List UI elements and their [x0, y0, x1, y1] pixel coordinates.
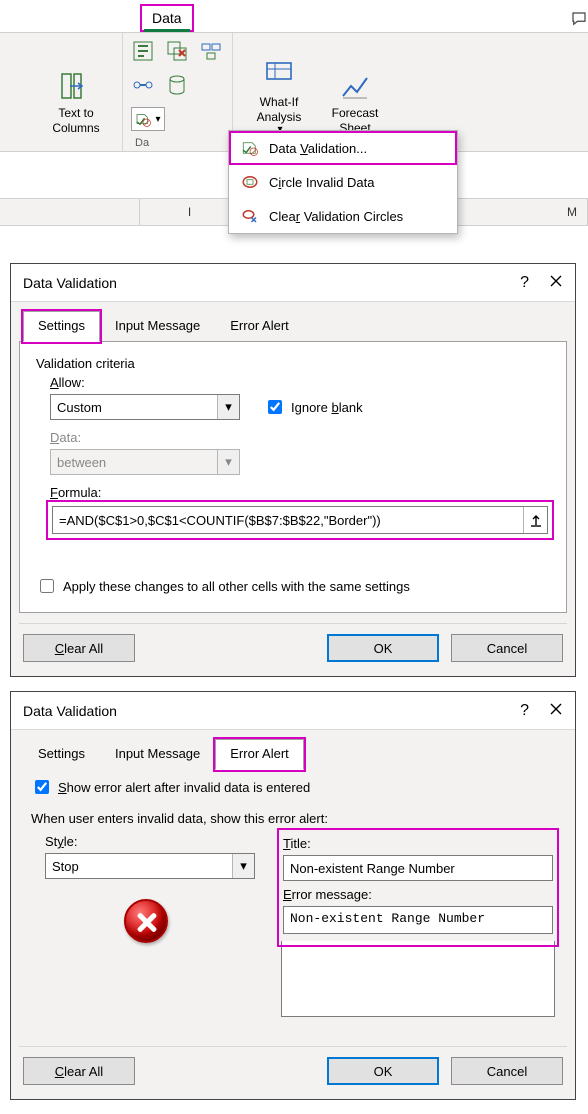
style-combo[interactable]: Stop ▾ — [45, 853, 255, 879]
ribbon-group-text-to-columns: Text to Columns — [30, 33, 123, 151]
forecast-icon — [339, 70, 371, 102]
ribbon-tab-label: Data — [152, 10, 182, 26]
when-invalid-text: When user enters invalid data, show this… — [31, 811, 555, 826]
cancel-button[interactable]: Cancel — [451, 1057, 563, 1085]
ignore-blank-label: Ignore blank — [291, 400, 363, 415]
row-header-blank — [0, 198, 140, 226]
tab-error-alert[interactable]: Error Alert — [215, 311, 304, 342]
clear-all-button[interactable]: Clear All — [23, 1057, 135, 1085]
error-message-label: Error message: — [283, 887, 553, 902]
whatif-label: What-If Analysis — [257, 95, 302, 124]
chevron-down-icon: ▾ — [217, 395, 239, 419]
tab-input-message[interactable]: Input Message — [100, 739, 215, 770]
menu-item-clear-circles[interactable]: Clear Validation Circles — [229, 199, 457, 233]
ribbon-area: Data Text to Columns — [0, 0, 588, 255]
allow-value: Custom — [57, 400, 102, 415]
comments-icon[interactable] — [570, 10, 588, 28]
style-value: Stop — [52, 859, 79, 874]
menu-item-label: Circle Invalid Data — [269, 175, 375, 190]
text-to-columns-icon — [60, 70, 92, 102]
dialog-footer: Clear All OK Cancel — [11, 1047, 575, 1099]
data-validation-split-button[interactable]: ▾ — [131, 107, 165, 131]
help-button[interactable]: ? — [520, 702, 529, 720]
remove-duplicates-icon[interactable] — [165, 39, 189, 63]
stop-error-icon — [124, 899, 168, 943]
dialog-titlebar: Data Validation ? — [11, 692, 575, 730]
tab-settings[interactable]: Settings — [23, 311, 100, 342]
tab-error-alert[interactable]: Error Alert — [215, 739, 304, 770]
dialog-titlebar: Data Validation ? — [11, 264, 575, 302]
apply-to-others-checkbox[interactable]: Apply these changes to all other cells w… — [36, 576, 550, 596]
data-combo: between ▾ — [50, 449, 240, 475]
close-button[interactable] — [549, 702, 563, 719]
data-value: between — [57, 455, 106, 470]
settings-panel: Validation criteria Allow: Custom ▾ Igno… — [19, 341, 567, 613]
flash-fill-icon[interactable] — [131, 39, 155, 63]
menu-item-data-validation[interactable]: Data Validation... — [229, 131, 457, 165]
ribbon-tab-data[interactable]: Data — [140, 4, 194, 32]
formula-field-wrap — [52, 506, 548, 534]
circle-invalid-icon — [241, 173, 259, 191]
column-header-i[interactable]: I — [140, 198, 240, 226]
clear-all-button[interactable]: Clear All — [23, 634, 135, 662]
help-button[interactable]: ? — [520, 274, 529, 292]
error-message-textarea-rest[interactable] — [281, 941, 555, 1017]
cancel-button[interactable]: Cancel — [451, 634, 563, 662]
close-button[interactable] — [549, 274, 563, 291]
dialog-tabs: Settings Input Message Error Alert — [11, 302, 575, 341]
chevron-down-icon: ▾ — [217, 450, 239, 474]
show-error-alert-label: Show error alert after invalid data is e… — [58, 780, 310, 795]
chevron-down-icon: ▾ — [155, 114, 160, 125]
ok-button[interactable]: OK — [327, 1057, 439, 1085]
ignore-blank-checkbox[interactable]: Ignore blank — [264, 397, 363, 417]
group-label-data-tools: Da — [135, 137, 149, 149]
data-validation-dialog-settings: Data Validation ? Settings Input Message… — [10, 263, 576, 677]
ignore-blank-input[interactable] — [268, 400, 282, 414]
formula-highlight — [50, 504, 550, 536]
forecast-sheet-button[interactable]: Forecast Sheet — [321, 39, 389, 139]
data-validation-icon — [241, 139, 259, 157]
error-alert-panel: Show error alert after invalid data is e… — [19, 769, 567, 1036]
data-validation-dialog-error-alert: Data Validation ? Settings Input Message… — [10, 691, 576, 1100]
style-label: Style: — [45, 834, 261, 849]
range-picker-button[interactable] — [523, 507, 547, 533]
ok-button[interactable]: OK — [327, 634, 439, 662]
menu-item-circle-invalid[interactable]: Circle Invalid Data — [229, 165, 457, 199]
text-to-columns-button[interactable]: Text to Columns — [42, 39, 110, 139]
apply-to-others-input[interactable] — [40, 579, 54, 593]
ribbon-tabs: Data — [0, 0, 588, 32]
whatif-button[interactable]: What-If Analysis ▾ — [245, 39, 313, 139]
dialog-footer: Clear All OK Cancel — [11, 624, 575, 676]
error-title-input[interactable] — [283, 855, 553, 881]
whatif-icon — [263, 59, 295, 91]
ribbon-group-data-tools: ▾ Da — [123, 33, 233, 151]
menu-item-label: Data Validation... — [269, 141, 367, 156]
title-label: Title: — [283, 836, 553, 851]
clear-circles-icon — [241, 207, 259, 225]
error-message-textarea[interactable] — [283, 906, 553, 934]
consolidate-icon[interactable] — [199, 39, 223, 63]
dialog-title: Data Validation — [23, 275, 117, 291]
show-error-alert-checkbox[interactable]: Show error alert after invalid data is e… — [31, 777, 555, 797]
apply-to-others-label: Apply these changes to all other cells w… — [63, 579, 410, 594]
allow-label: Allow: — [50, 375, 550, 390]
title-message-highlight: Title: Error message: — [281, 832, 555, 943]
data-label: Data: — [50, 430, 550, 445]
relationships-icon[interactable] — [131, 73, 155, 97]
allow-combo[interactable]: Custom ▾ — [50, 394, 240, 420]
dialog-tabs: Settings Input Message Error Alert — [11, 730, 575, 769]
formula-input[interactable] — [53, 507, 523, 533]
tab-settings[interactable]: Settings — [23, 739, 100, 770]
menu-item-label: Clear Validation Circles — [269, 209, 403, 224]
data-model-icon[interactable] — [165, 73, 189, 97]
dialog-title: Data Validation — [23, 703, 117, 719]
validation-criteria-heading: Validation criteria — [36, 356, 550, 371]
show-error-alert-input[interactable] — [35, 780, 49, 794]
chevron-down-icon: ▾ — [232, 854, 254, 878]
data-validation-menu: Data Validation... Circle Invalid Data C… — [228, 130, 458, 234]
text-to-columns-label: Text to Columns — [52, 106, 99, 135]
tab-input-message[interactable]: Input Message — [100, 311, 215, 342]
formula-label: Formula: — [50, 485, 550, 500]
